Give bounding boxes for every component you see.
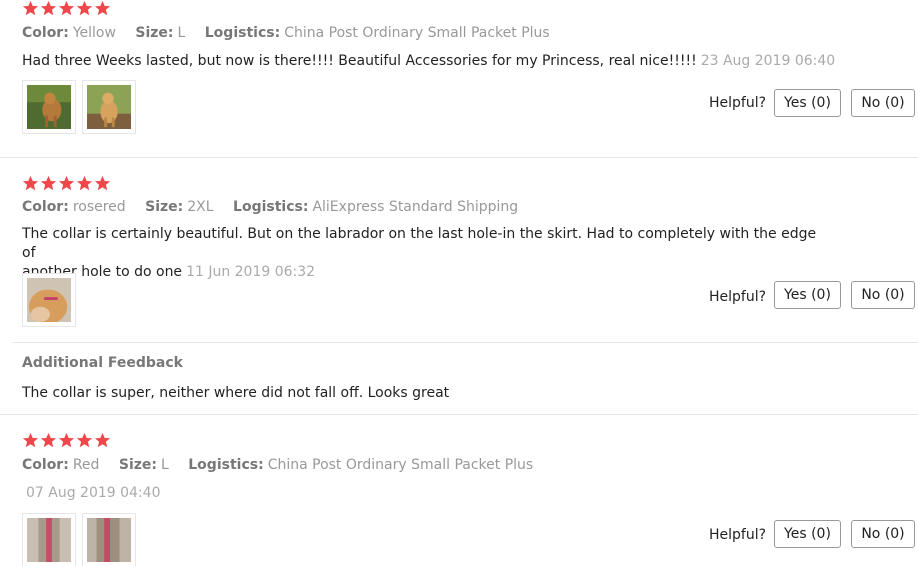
star-icon	[40, 175, 57, 191]
review-meta: Color: Red Size: L Logistics: China Post Or…	[22, 457, 548, 473]
dog-photo-image	[27, 278, 71, 324]
additional-feedback-text: The collar is super, neither where did n…	[22, 385, 450, 401]
feedback-divider	[12, 342, 918, 343]
collar-photo-image	[87, 518, 131, 562]
size-label: Size:	[145, 199, 184, 215]
color-label: Color:	[22, 25, 69, 41]
helpful-label: Helpful?	[709, 289, 767, 305]
helpful-yes-button[interactable]: Yes (0)	[774, 520, 841, 548]
star-icon	[22, 175, 39, 191]
logistics-value: China Post Ordinary Small Packet Plus	[267, 457, 534, 473]
size-label: Size:	[118, 457, 157, 473]
star-icon	[94, 175, 111, 191]
color-label: Color:	[22, 199, 69, 215]
size-value: L	[177, 25, 186, 41]
review-text: Had three Weeks lasted, but now is there…	[22, 52, 835, 71]
logistics-label: Logistics:	[233, 199, 309, 215]
star-icon	[76, 0, 93, 16]
helpful-no-button[interactable]: No (0)	[851, 89, 915, 117]
star-icon	[58, 175, 75, 191]
star-icon	[94, 0, 111, 16]
logistics-label: Logistics:	[188, 457, 264, 473]
helpful-no-button[interactable]: No (0)	[851, 281, 915, 309]
star-rating	[22, 175, 111, 193]
logistics-value: China Post Ordinary Small Packet Plus	[284, 25, 550, 41]
additional-feedback-title: Additional Feedback	[22, 355, 183, 371]
review-meta: Color: Yellow Size: L Logistics: China Post…	[22, 25, 565, 41]
size-label: Size:	[135, 25, 174, 41]
helpful-yes-button[interactable]: Yes (0)	[774, 281, 841, 309]
review-photo-thumbnail[interactable]	[22, 513, 76, 566]
collar-photo-image	[27, 518, 71, 562]
review-meta: Color: rosered Size: 2XL Logistics: AliExpr…	[22, 199, 533, 215]
dog-photo-image	[27, 85, 71, 129]
review-date: 23 Aug 2019 06:40	[700, 53, 836, 69]
color-value: rosered	[72, 199, 126, 215]
star-rating	[22, 432, 111, 450]
review-date: 07 Aug 2019 04:40	[26, 485, 161, 501]
review-body-line: The collar is certainly beautiful. But o…	[22, 226, 817, 261]
helpful-label: Helpful?	[709, 95, 767, 111]
size-value: L	[161, 457, 169, 473]
dog-photo-image	[87, 85, 131, 129]
helpful-yes-button[interactable]: Yes (0)	[774, 89, 841, 117]
star-icon	[76, 432, 93, 448]
star-icon	[40, 0, 57, 16]
color-label: Color:	[22, 457, 69, 473]
star-icon	[76, 175, 93, 191]
logistics-label: Logistics:	[204, 25, 281, 41]
review-divider	[0, 157, 918, 158]
review-body: Had three Weeks lasted, but now is there…	[22, 53, 697, 69]
helpful-no-button[interactable]: No (0)	[851, 520, 915, 548]
review-text: 07 Aug 2019 04:40	[22, 484, 160, 503]
helpful-label: Helpful?	[709, 527, 767, 543]
star-icon	[40, 432, 57, 448]
star-icon	[22, 0, 39, 16]
review-photo-thumbnail[interactable]	[22, 273, 76, 327]
color-value: Red	[72, 457, 100, 473]
review-date: 11 Jun 2019 06:32	[186, 264, 316, 280]
review-text: The collar is certainly beautiful. But o…	[22, 225, 822, 282]
star-icon	[58, 432, 75, 448]
review-photo-thumbnail[interactable]	[82, 513, 136, 566]
review-photo-thumbnail[interactable]	[82, 80, 136, 134]
size-value: 2XL	[187, 199, 214, 215]
star-icon	[22, 432, 39, 448]
star-icon	[58, 0, 75, 16]
color-value: Yellow	[72, 25, 116, 41]
star-icon	[94, 432, 111, 448]
star-rating	[22, 0, 111, 18]
review-photo-thumbnail[interactable]	[22, 80, 76, 134]
logistics-value: AliExpress Standard Shipping	[312, 199, 519, 215]
review-divider	[0, 414, 918, 415]
